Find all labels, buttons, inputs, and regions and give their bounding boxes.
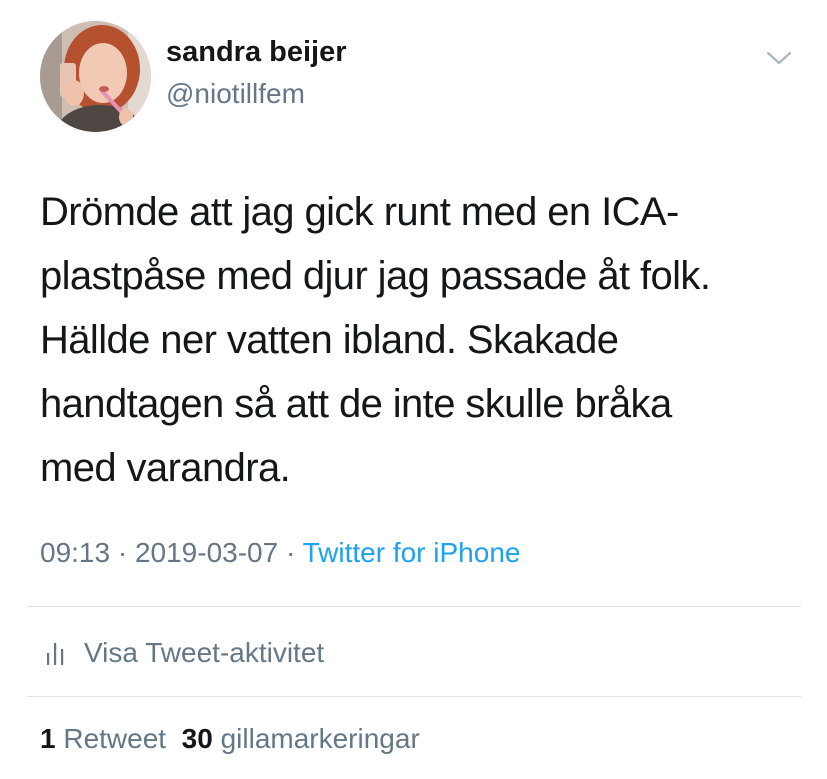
tweet-text: Drömde att jag gick runt med en ICA- pla… bbox=[40, 180, 800, 500]
retweet-stat[interactable]: 1 Retweet bbox=[40, 723, 166, 754]
meta-separator: · bbox=[117, 537, 128, 568]
tweet-activity-label: Visa Tweet-aktivitet bbox=[84, 637, 325, 668]
tweet-text-line: plastpåse med djur jag passade åt folk. bbox=[40, 254, 711, 298]
retweet-count: 1 bbox=[40, 723, 56, 754]
analytics-bars-icon bbox=[47, 643, 64, 665]
tweet-time: 09:13 bbox=[40, 537, 111, 568]
tweet-meta: 09:13 · 2019-03-07 · Twitter for iPhone bbox=[40, 537, 520, 569]
like-label: gillamarkeringar bbox=[220, 723, 420, 754]
user-handle[interactable]: @niotillfem bbox=[166, 78, 305, 110]
tweet-stats: 1 Retweet 30 gillamarkeringar bbox=[40, 723, 420, 755]
meta-separator: · bbox=[285, 537, 296, 568]
divider bbox=[27, 606, 801, 607]
tweet-source-link[interactable]: Twitter for iPhone bbox=[303, 537, 521, 568]
profile-photo bbox=[40, 21, 151, 132]
avatar[interactable] bbox=[40, 21, 151, 132]
divider bbox=[27, 696, 801, 697]
display-name[interactable]: sandra beijer bbox=[166, 36, 347, 69]
tweet-text-line: handtagen så att de inte skulle bråka bbox=[40, 382, 672, 426]
tweet-text-line: med varandra. bbox=[40, 446, 291, 490]
chevron-down-icon[interactable] bbox=[764, 47, 794, 69]
tweet-activity-button[interactable]: Visa Tweet-aktivitet bbox=[46, 633, 324, 673]
tweet-text-line: Drömde att jag gick runt med en ICA- bbox=[40, 190, 679, 234]
tweet-date: 2019-03-07 bbox=[134, 537, 279, 568]
like-count: 30 bbox=[181, 723, 213, 754]
like-stat[interactable]: 30 gillamarkeringar bbox=[182, 723, 420, 754]
retweet-label: Retweet bbox=[63, 723, 167, 754]
tweet-text-line: Hällde ner vatten ibland. Skakade bbox=[40, 318, 619, 362]
